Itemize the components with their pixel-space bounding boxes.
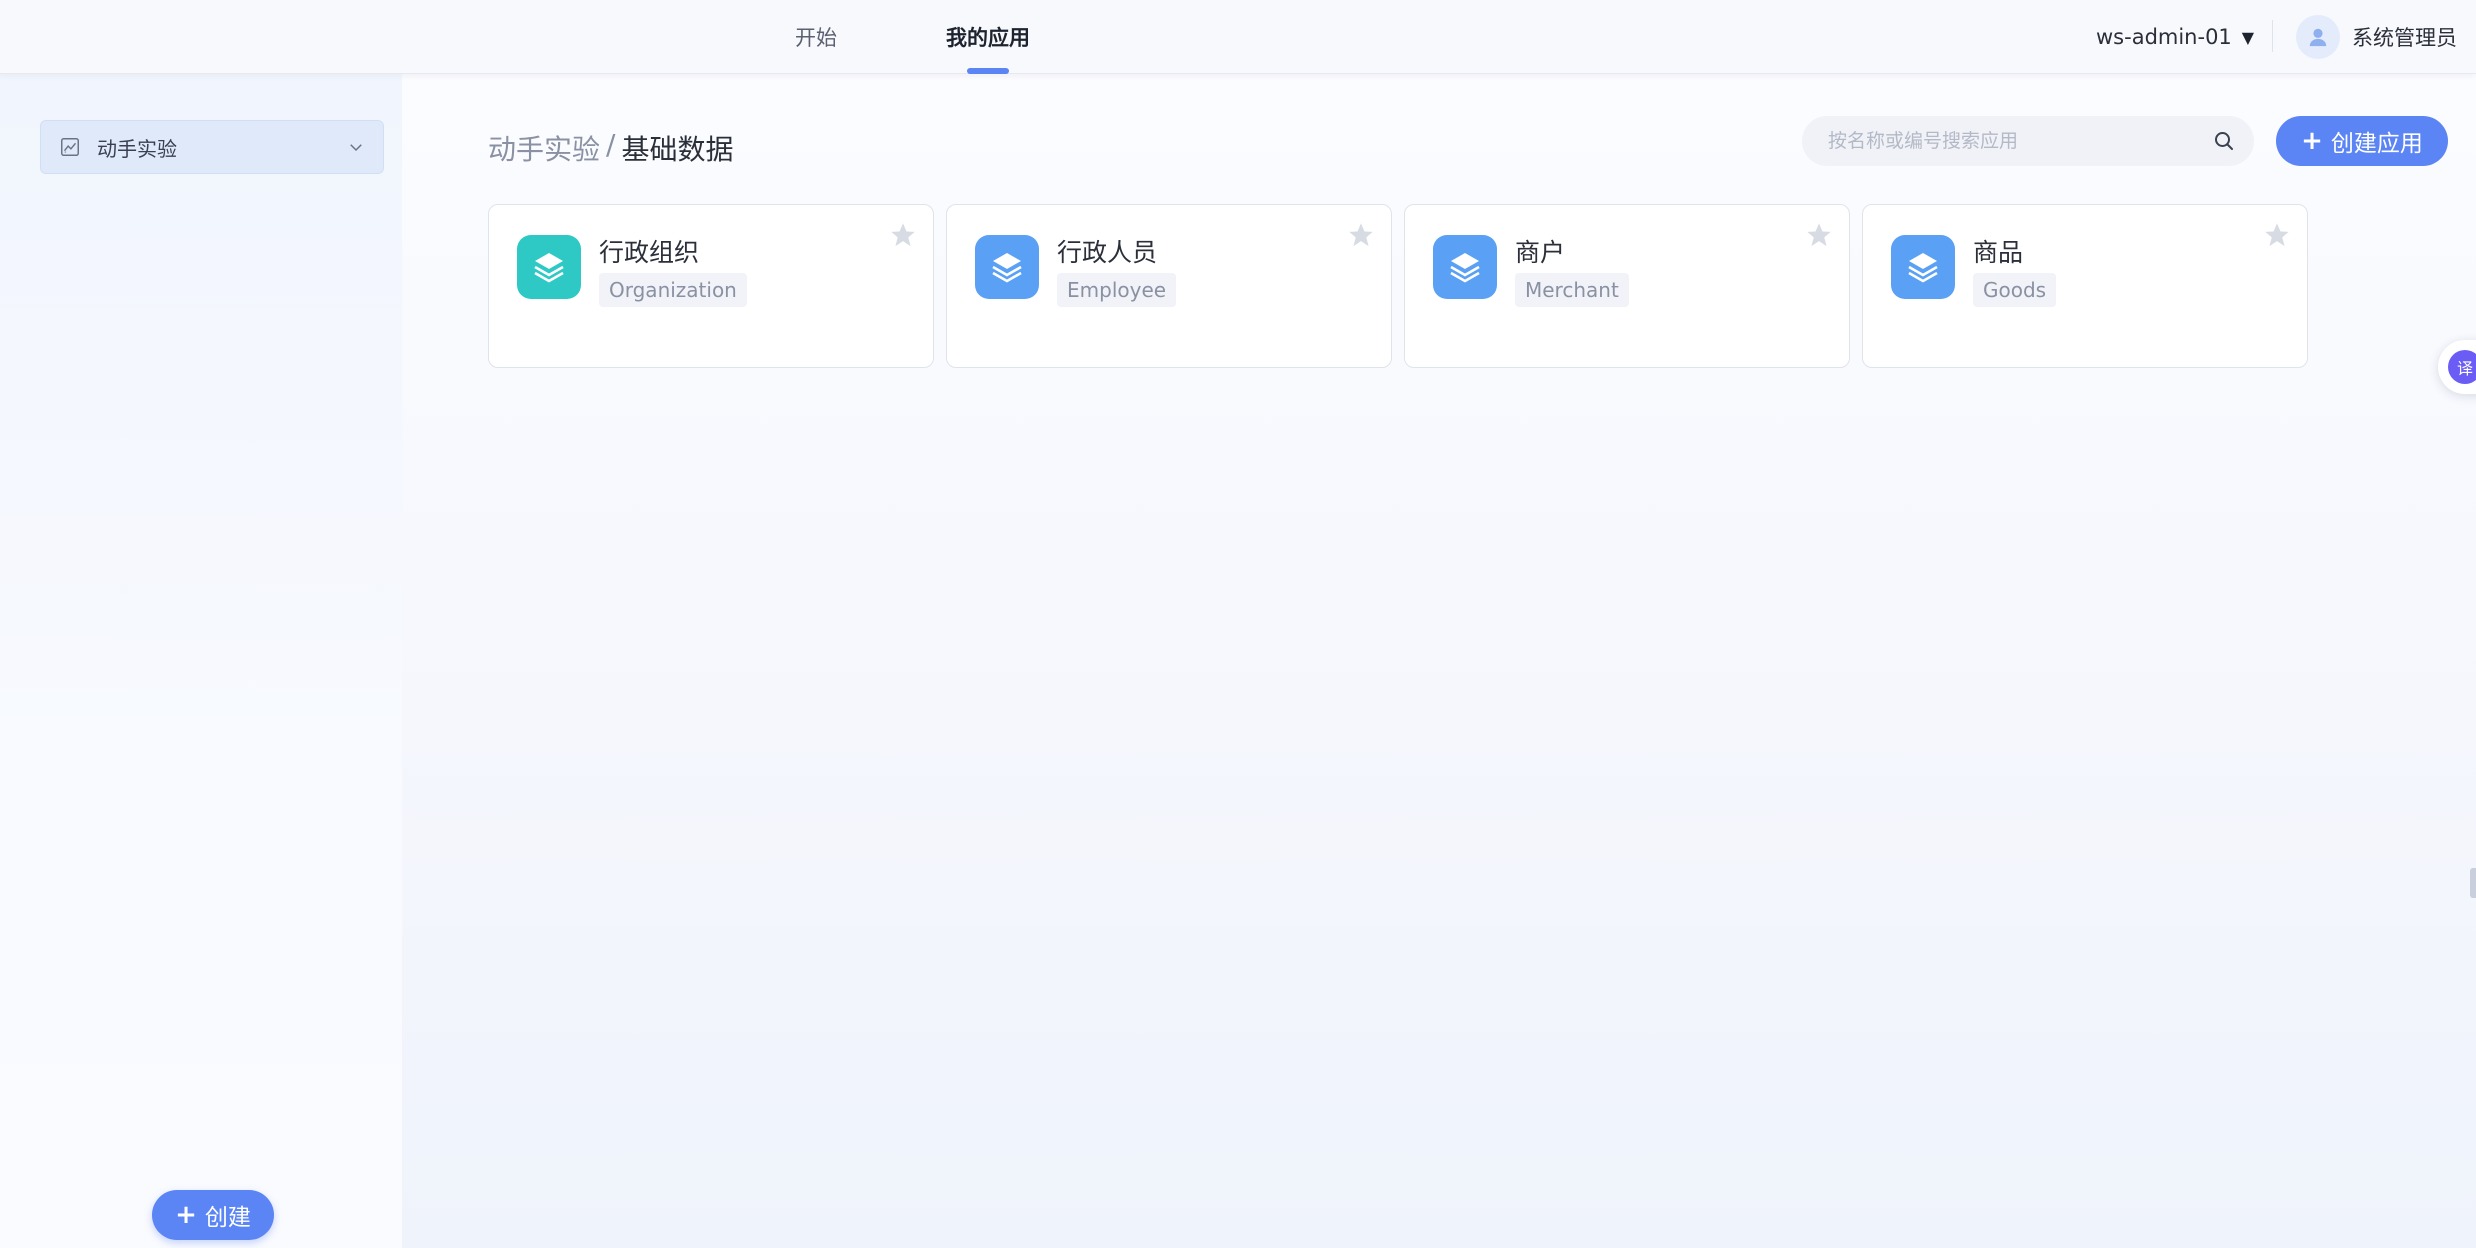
- create-app-button[interactable]: + 创建应用: [2276, 116, 2448, 166]
- app-icon: [1433, 235, 1497, 299]
- workspace-select[interactable]: ws-admin-01 ▼: [2096, 0, 2254, 74]
- app-card-organization[interactable]: 行政组织 Organization: [488, 204, 934, 368]
- project-select[interactable]: 动手实验: [40, 120, 384, 174]
- breadcrumb-current: 基础数据: [621, 133, 734, 166]
- user-name: 系统管理员: [2352, 26, 2457, 50]
- search-input[interactable]: [1828, 130, 2212, 152]
- star-icon[interactable]: [1805, 221, 1833, 249]
- app-card-goods[interactable]: 商品 Goods: [1862, 204, 2308, 368]
- avatar: [2296, 15, 2340, 59]
- app-card-tag: Merchant: [1515, 273, 1629, 307]
- app-card-title: 商品: [1973, 238, 2024, 267]
- search-icon[interactable]: [2212, 129, 2236, 153]
- create-button-label: 创建: [204, 1205, 251, 1231]
- app-card-merchant[interactable]: 商户 Merchant: [1404, 204, 1850, 368]
- sidebar: 动手实验 + 创建: [0, 74, 402, 1248]
- star-icon[interactable]: [889, 221, 917, 249]
- app-card-tag: Organization: [599, 273, 747, 307]
- star-icon[interactable]: [1347, 221, 1375, 249]
- plus-icon: +: [175, 1200, 197, 1230]
- app-icon: [975, 235, 1039, 299]
- app-card-tag: Employee: [1057, 273, 1177, 307]
- layers-icon: [992, 253, 1022, 283]
- app-icon: [517, 235, 581, 299]
- layers-icon: [534, 253, 564, 283]
- app-icon: [1891, 235, 1955, 299]
- search-box: [1802, 116, 2254, 166]
- breadcrumb-parent[interactable]: 动手实验: [488, 128, 600, 168]
- app-card-tag: Goods: [1973, 273, 2057, 307]
- tab-start[interactable]: 开始: [776, 0, 856, 74]
- plus-icon: +: [2301, 126, 2323, 156]
- topbar-divider: [2272, 20, 2273, 52]
- app-card-list: 行政组织 Organization 行政人员 Employee 商户 Merch…: [488, 204, 2308, 368]
- app-card-title: 行政组织: [599, 238, 700, 267]
- star-icon[interactable]: [2263, 221, 2291, 249]
- top-bar: 开始 我的应用 ws-admin-01 ▼ 系统管理员: [0, 0, 2476, 74]
- edge-handle[interactable]: [2470, 868, 2476, 898]
- user-menu[interactable]: 系统管理员: [2296, 0, 2457, 74]
- tab-my-apps[interactable]: 我的应用: [936, 0, 1040, 74]
- breadcrumb-separator: /: [606, 128, 616, 161]
- breadcrumb: 动手实验 / 基础数据: [488, 128, 733, 168]
- create-app-label: 创建应用: [2330, 131, 2423, 157]
- chevron-down-icon: [350, 144, 362, 152]
- workspace-label: ws-admin-01: [2096, 25, 2232, 49]
- caret-down-icon: ▼: [2241, 27, 2255, 47]
- user-icon: [2309, 28, 2327, 47]
- translate-icon: 译: [2448, 350, 2476, 384]
- layers-icon: [1908, 253, 1938, 283]
- app-card-employee[interactable]: 行政人员 Employee: [946, 204, 1392, 368]
- app-card-title: 商户: [1515, 238, 1566, 267]
- main-content: 动手实验 / 基础数据 + 创建应用 行政组织 Organization: [402, 74, 2476, 1248]
- layers-icon: [1450, 253, 1480, 283]
- chart-icon: [61, 138, 79, 156]
- project-label: 动手实验: [97, 136, 177, 161]
- create-button[interactable]: + 创建: [152, 1190, 274, 1240]
- app-card-title: 行政人员: [1057, 238, 1158, 267]
